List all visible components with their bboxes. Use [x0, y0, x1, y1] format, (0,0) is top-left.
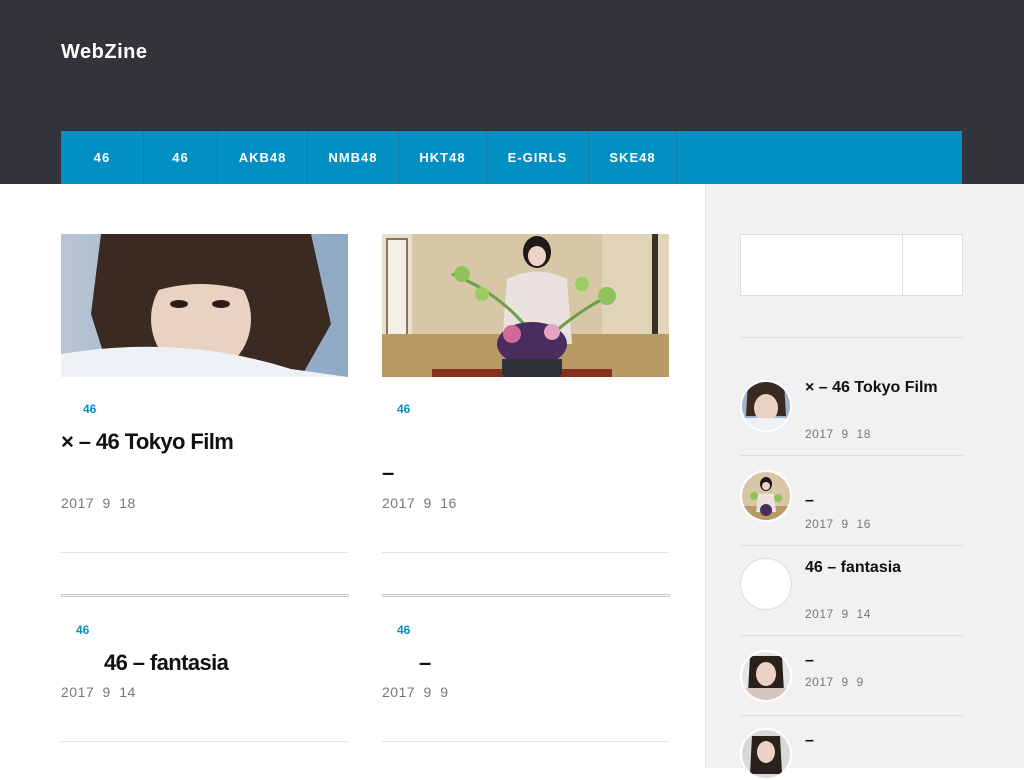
nav-item-nmb48[interactable]: NMB48	[308, 131, 399, 184]
avatar[interactable]	[740, 380, 792, 432]
post-thumbnail[interactable]	[61, 594, 349, 597]
nav-item-1[interactable]: 46	[61, 131, 144, 184]
recent-post-date: 2017 9 14	[805, 607, 871, 621]
divider	[61, 741, 348, 742]
search-button[interactable]	[902, 234, 963, 296]
portrait-photo	[742, 730, 790, 778]
ikebana-photo	[382, 234, 669, 377]
site-title[interactable]: WebZine	[61, 41, 147, 64]
avatar[interactable]	[740, 728, 792, 780]
avatar[interactable]	[740, 470, 792, 522]
post-thumbnail[interactable]	[61, 234, 348, 377]
recent-post-date: 2017 9 16	[805, 517, 871, 531]
divider	[740, 715, 963, 716]
post-title[interactable]: × – 46 Tokyo Film	[61, 426, 361, 457]
post-date: 2017 9 18	[61, 495, 136, 511]
post-date: 2017 9 14	[61, 684, 136, 700]
post-title[interactable]: 46 – fantasia	[104, 647, 404, 678]
nav-item-ske48[interactable]: SKE48	[589, 131, 677, 184]
avatar[interactable]	[740, 650, 792, 702]
post-title[interactable]: –	[419, 647, 719, 678]
post-thumbnail[interactable]	[382, 594, 670, 597]
divider	[382, 741, 669, 742]
divider	[740, 455, 963, 456]
divider	[740, 337, 963, 338]
recent-post-title[interactable]: –	[805, 650, 965, 672]
divider	[61, 552, 348, 553]
nav-item-2[interactable]: 46	[144, 131, 218, 184]
avatar[interactable]	[740, 558, 792, 610]
recent-post-date: 2017 9 18	[805, 427, 871, 441]
post-title[interactable]: –	[382, 457, 682, 488]
recent-post-date: 2017 9 9	[805, 675, 864, 689]
post-date: 2017 9 9	[382, 684, 449, 700]
nav-item-hkt48[interactable]: HKT48	[399, 131, 487, 184]
main-nav: 46 46 AKB48 NMB48 HKT48 E-GIRLS SKE48	[61, 131, 962, 184]
nav-item-akb48[interactable]: AKB48	[218, 131, 308, 184]
recent-post-title[interactable]: 46 – fantasia	[805, 557, 965, 579]
post-thumbnail[interactable]	[382, 234, 669, 377]
divider	[382, 552, 669, 553]
post-category[interactable]: 46	[397, 402, 410, 416]
recent-post-title[interactable]: × – 46 Tokyo Film	[805, 377, 965, 399]
divider	[740, 545, 963, 546]
post-category[interactable]: 46	[83, 402, 96, 416]
post-category[interactable]: 46	[76, 623, 89, 637]
nav-item-egirls[interactable]: E-GIRLS	[487, 131, 589, 184]
portrait-photo	[742, 652, 790, 700]
recent-post-title[interactable]: –	[805, 490, 965, 512]
post-date: 2017 9 16	[382, 495, 457, 511]
site-header: WebZine 46 46 AKB48 NMB48 HKT48 E-GIRLS …	[0, 0, 1024, 184]
portrait-photo	[742, 382, 790, 430]
recent-post-title[interactable]: –	[805, 730, 965, 752]
portrait-photo	[61, 234, 348, 377]
ikebana-photo	[742, 472, 790, 520]
post-category[interactable]: 46	[397, 623, 410, 637]
divider	[740, 635, 963, 636]
sidebar: × – 46 Tokyo Film 2017 9 18 – 2017 9 16 …	[705, 184, 1024, 780]
main-content: 46 × – 46 Tokyo Film 2017 9 18 46 – 2017…	[0, 184, 705, 768]
